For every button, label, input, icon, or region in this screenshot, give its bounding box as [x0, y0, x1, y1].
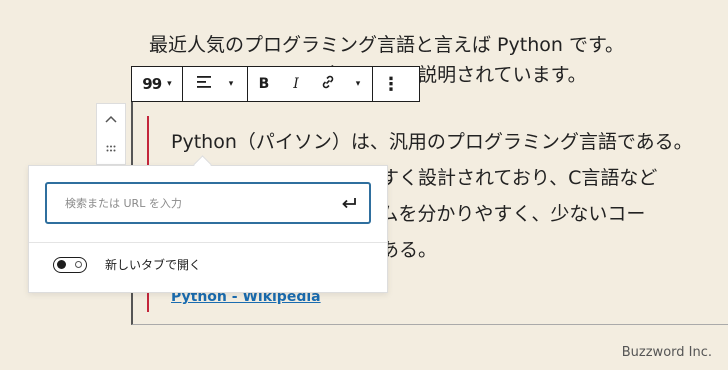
chevron-down-icon: ▾: [167, 79, 172, 89]
chevron-down-icon: ▾: [228, 79, 234, 89]
quote-icon: 99: [142, 75, 162, 93]
bold-button[interactable]: B: [248, 67, 280, 101]
new-tab-label: 新しいタブで開く: [105, 258, 202, 272]
toggle-knob: [57, 259, 66, 269]
quote-line: Python（パイソン）は、汎用のプログラミング言語である。: [171, 131, 693, 153]
drag-handle[interactable]: [97, 134, 125, 164]
chevron-down-icon: ▾: [355, 79, 361, 89]
align-left-icon: [196, 76, 211, 92]
link-icon: [320, 74, 336, 94]
block-type-group: 99 ▾: [132, 67, 183, 101]
url-input-box[interactable]: [45, 182, 371, 224]
align-button[interactable]: ▾: [183, 67, 247, 101]
drag-handle-icon: [106, 142, 116, 156]
italic-button[interactable]: I: [280, 67, 312, 101]
more-options-button[interactable]: ⋮: [373, 67, 409, 101]
options-group: ⋮: [373, 67, 409, 101]
brand-label: Buzzword Inc.: [621, 345, 712, 360]
quote-block-button[interactable]: 99 ▾: [132, 67, 182, 101]
more-formats-button[interactable]: ▾: [344, 67, 372, 101]
link-button[interactable]: [312, 67, 344, 101]
new-tab-toggle-row[interactable]: 新しいタブで開く: [53, 256, 201, 273]
block-mover: [96, 103, 126, 165]
move-up-button[interactable]: [97, 104, 125, 134]
new-tab-toggle[interactable]: [53, 256, 87, 273]
intro-line-1: 最近人気のプログラミング言語と言えば Python です。: [149, 34, 625, 56]
chevron-up-icon: [105, 112, 117, 126]
popover-divider: [29, 242, 387, 243]
enter-icon: [341, 194, 357, 213]
block-toolbar: 99 ▾ ▾ B I ▾ ⋮: [131, 66, 420, 102]
url-input[interactable]: [63, 195, 335, 211]
submit-link-button[interactable]: [335, 194, 363, 213]
format-group: B I ▾: [248, 67, 373, 101]
toggle-off-indicator: [75, 260, 82, 268]
align-group: ▾: [183, 67, 248, 101]
link-popover: 新しいタブで開く: [28, 165, 388, 293]
